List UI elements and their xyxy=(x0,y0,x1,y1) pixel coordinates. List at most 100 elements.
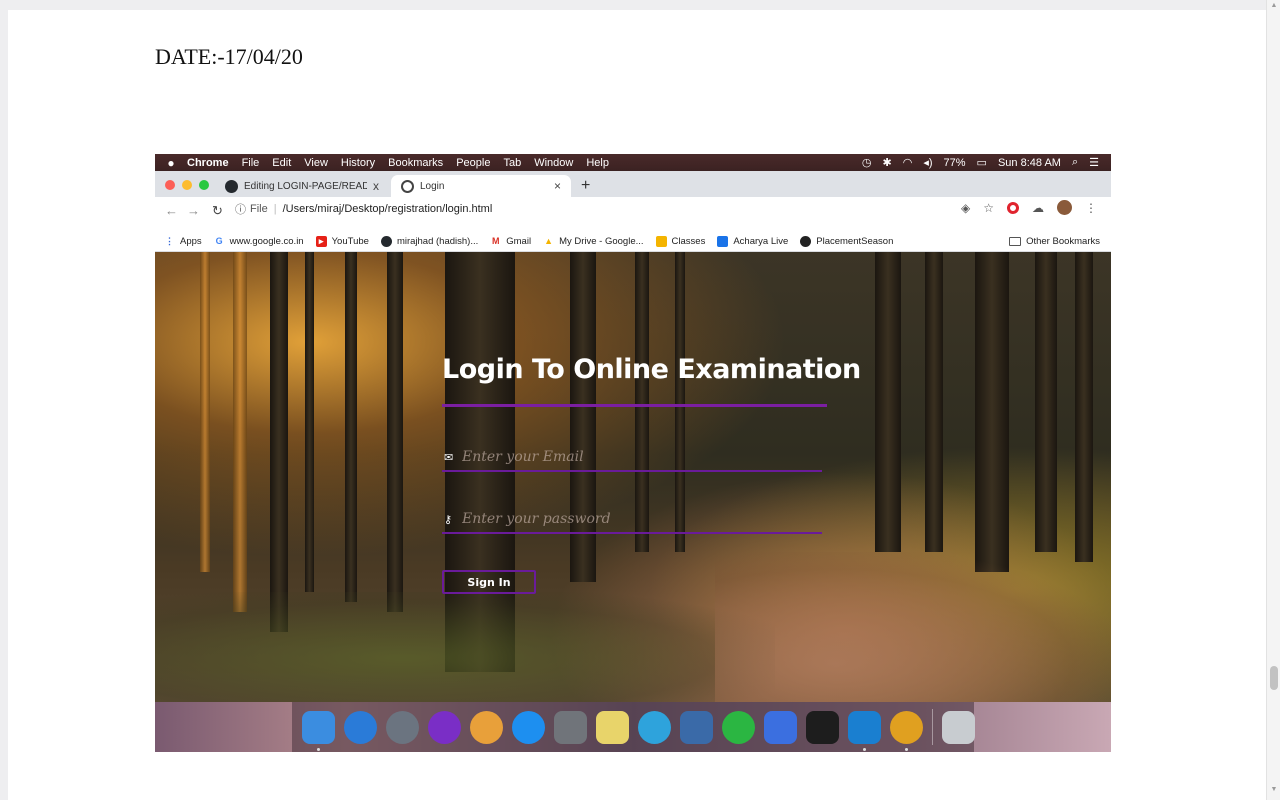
clock[interactable]: Sun 8:48 AM xyxy=(998,157,1061,169)
tree-trunk xyxy=(975,252,1009,572)
photos-icon[interactable] xyxy=(470,710,503,744)
date-label: DATE:-17/04/20 xyxy=(155,44,303,69)
whatsapp-icon[interactable] xyxy=(722,710,755,744)
virtualbox-icon[interactable] xyxy=(680,710,713,744)
reload-icon[interactable]: ↻ xyxy=(212,203,223,219)
telegram-icon[interactable] xyxy=(638,710,671,744)
bookmark-star-icon[interactable]: ☆ xyxy=(983,201,994,215)
bookmark-github[interactable]: mirajhad (hadish)... xyxy=(380,235,478,247)
bluetooth-icon[interactable]: ✱ xyxy=(883,156,892,169)
tree-trunk xyxy=(875,252,901,552)
new-tab-button[interactable]: + xyxy=(581,177,590,195)
battery-percent[interactable]: 77% xyxy=(944,157,966,169)
url-text[interactable]: /Users/miraj/Desktop/registration/login.… xyxy=(283,203,493,215)
profile-avatar-icon[interactable] xyxy=(1057,200,1072,215)
forward-arrow-icon[interactable]: → xyxy=(187,203,200,218)
close-tab-icon[interactable]: × xyxy=(554,179,561,193)
back-arrow-icon[interactable]: ← xyxy=(165,203,178,218)
bookmark-google[interactable]: Gwww.google.co.in xyxy=(214,236,304,247)
bookmark-label: www.google.co.in xyxy=(229,235,304,247)
close-window-icon[interactable] xyxy=(165,180,175,190)
bookmark-classes[interactable]: Classes xyxy=(655,235,706,247)
password-input[interactable] xyxy=(462,511,822,527)
bookmark-label: Apps xyxy=(180,235,202,247)
password-field: ⚷ xyxy=(442,506,822,534)
app-store-icon[interactable] xyxy=(512,710,545,744)
wifi-icon[interactable]: ◠ xyxy=(903,156,913,169)
bookmark-acharya[interactable]: Acharya Live xyxy=(717,235,789,247)
menu-window[interactable]: Window xyxy=(534,157,573,169)
bookmark-apps[interactable]: ⋮ Apps xyxy=(164,236,202,247)
info-icon[interactable]: ⓘ xyxy=(235,201,246,217)
menu-chrome[interactable]: Chrome xyxy=(187,157,229,169)
close-tab-icon[interactable]: x xyxy=(373,179,379,193)
bookmark-label: Acharya Live xyxy=(733,235,789,247)
system-preferences-icon[interactable] xyxy=(554,710,587,744)
mac-dock xyxy=(292,702,975,752)
tree-trunk xyxy=(1075,252,1093,562)
folder-icon xyxy=(1009,237,1022,246)
address-bar[interactable]: ⓘ File | /Users/miraj/Desktop/registrati… xyxy=(235,200,955,217)
menu-tab[interactable]: Tab xyxy=(503,157,521,169)
wps-icon[interactable] xyxy=(764,710,797,744)
spotlight-search-icon[interactable]: ⌕ xyxy=(1072,156,1078,169)
trash-icon[interactable] xyxy=(942,710,975,744)
menu-help[interactable]: Help xyxy=(586,157,609,169)
terminal-icon[interactable] xyxy=(806,710,839,744)
mac-menubar: ● Chrome File Edit View History Bookmark… xyxy=(155,154,1111,171)
tree-trunk xyxy=(270,252,288,632)
zoom-window-icon[interactable] xyxy=(199,180,209,190)
google-icon: G xyxy=(215,235,223,246)
tab-label: Editing LOGIN-PAGE/README.md xyxy=(244,180,367,192)
mac-dock-area xyxy=(155,702,1111,752)
bookmark-placement[interactable]: PlacementSeason xyxy=(800,235,893,247)
tree-trunk xyxy=(200,252,210,572)
menu-file[interactable]: File xyxy=(242,157,260,169)
launchpad-icon[interactable] xyxy=(386,710,419,744)
bookmark-youtube[interactable]: ▸ YouTube xyxy=(315,235,369,247)
browser-tab-bar: Editing LOGIN-PAGE/README.md x Login × + xyxy=(155,171,1111,197)
notification-center-icon[interactable]: ☰ xyxy=(1089,156,1099,169)
minimize-window-icon[interactable] xyxy=(182,180,192,190)
other-bookmarks[interactable]: Other Bookmarks xyxy=(1009,236,1100,247)
running-indicator xyxy=(317,747,320,751)
extension-cloud-icon[interactable]: ☁ xyxy=(1032,201,1044,215)
page-scrollbar[interactable]: ▲ ▼ xyxy=(1266,0,1280,800)
email-input[interactable] xyxy=(462,449,822,465)
sign-in-button[interactable]: Sign In xyxy=(442,570,536,594)
tab-readme[interactable]: Editing LOGIN-PAGE/README.md x xyxy=(215,175,389,197)
menu-bookmarks[interactable]: Bookmarks xyxy=(388,157,443,169)
volume-icon[interactable]: ◂) xyxy=(923,156,932,169)
safari-icon[interactable] xyxy=(344,710,377,744)
vscode-icon[interactable] xyxy=(848,710,881,751)
key-icon: ⚷ xyxy=(444,513,453,526)
extension-icon[interactable]: ◈ xyxy=(961,201,970,215)
python-icon[interactable] xyxy=(596,710,629,744)
battery-icon[interactable]: ▭ xyxy=(977,156,987,169)
opera-vpn-icon[interactable] xyxy=(1007,201,1019,214)
podcasts-icon[interactable] xyxy=(428,710,461,744)
bookmark-drive[interactable]: ▲ My Drive - Google... xyxy=(543,236,643,247)
scrollbar-thumb[interactable] xyxy=(1270,666,1278,690)
bookmark-gmail[interactable]: M Gmail xyxy=(490,236,531,247)
menu-people[interactable]: People xyxy=(456,157,490,169)
finder-icon[interactable] xyxy=(302,710,335,751)
menu-kebab-icon[interactable]: ⋮ xyxy=(1085,201,1097,215)
scroll-down-arrow-icon[interactable]: ▼ xyxy=(1270,786,1278,794)
menu-edit[interactable]: Edit xyxy=(272,157,291,169)
acharya-icon xyxy=(717,235,729,247)
scroll-up-arrow-icon[interactable]: ▲ xyxy=(1270,2,1278,10)
top-strip xyxy=(0,0,1280,10)
chrome-icon[interactable] xyxy=(890,710,923,751)
tree-trunk xyxy=(1035,252,1057,552)
menu-view[interactable]: View xyxy=(304,157,328,169)
bookmark-label: Classes xyxy=(671,235,706,247)
time-machine-icon[interactable]: ◷ xyxy=(862,156,872,169)
dock-separator xyxy=(932,709,933,745)
menu-history[interactable]: History xyxy=(341,157,375,169)
tab-login[interactable]: Login × xyxy=(391,175,571,197)
tree-trunk xyxy=(387,252,403,612)
apple-logo-icon[interactable]: ● xyxy=(155,156,187,170)
mossy-ground xyxy=(155,592,775,702)
globe-icon xyxy=(401,179,414,193)
